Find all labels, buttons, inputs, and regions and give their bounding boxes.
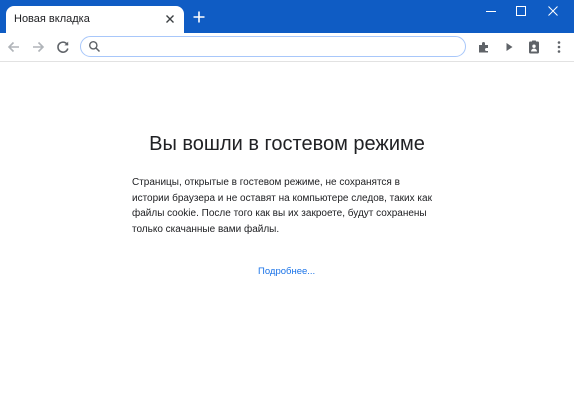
maximize-icon[interactable]: [506, 0, 536, 24]
kebab-menu-icon[interactable]: [551, 39, 567, 55]
close-window-icon[interactable]: [538, 0, 568, 24]
reload-icon[interactable]: [54, 38, 72, 56]
toolbar: [0, 33, 574, 62]
guest-profile-icon[interactable]: [526, 39, 542, 55]
media-play-icon[interactable]: [501, 39, 517, 55]
address-bar[interactable]: [80, 36, 466, 57]
back-arrow-icon[interactable]: [5, 38, 23, 56]
tab-new-tab[interactable]: Новая вкладка: [6, 6, 184, 33]
page-title: Вы вошли в гостевом режиме: [149, 133, 425, 155]
guest-mode-description: Страницы, открытые в гостевом режиме, не…: [132, 177, 432, 235]
new-tab-plus-icon[interactable]: [192, 10, 206, 24]
minimize-icon[interactable]: [476, 0, 506, 24]
tab-close-icon[interactable]: [162, 11, 178, 27]
search-icon: [88, 40, 101, 53]
learn-more-link[interactable]: Подробнее...: [258, 266, 315, 277]
extensions-puzzle-icon[interactable]: [476, 39, 492, 55]
browser-window: Новая вкладка Вы вошли в гостевом режиме…: [0, 0, 574, 406]
address-input[interactable]: [105, 38, 459, 57]
tab-title: Новая вкладка: [14, 13, 90, 25]
title-bar: Новая вкладка: [0, 0, 574, 33]
forward-arrow-icon[interactable]: [29, 38, 47, 56]
